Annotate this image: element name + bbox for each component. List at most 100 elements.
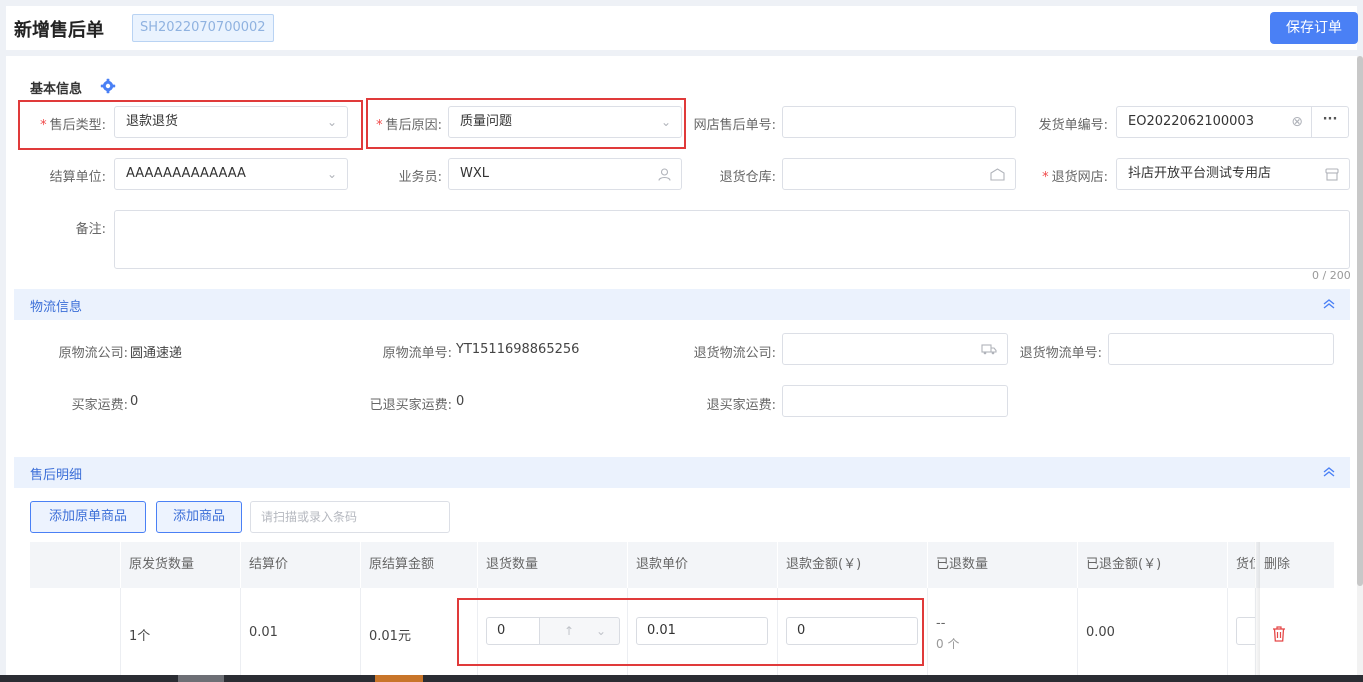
- save-order-button[interactable]: 保存订单: [1270, 12, 1358, 44]
- remark-counter: 0 / 200: [1312, 269, 1351, 282]
- detail-section-header[interactable]: 售后明细: [14, 457, 1350, 488]
- cell-returned-qty: -- 0 个: [927, 588, 1077, 682]
- order-number-badge: SH2022070700002: [132, 14, 274, 42]
- scroll-thumb[interactable]: [1357, 56, 1363, 586]
- refund-freight-label: 退买家运费:: [706, 398, 776, 413]
- vertical-scrollbar[interactable]: [1357, 56, 1363, 682]
- return-shop-input[interactable]: 抖店开放平台测试专用店: [1116, 158, 1350, 190]
- warehouse-icon[interactable]: [990, 168, 1005, 181]
- add-item-button[interactable]: 添加商品: [156, 501, 242, 533]
- page-header: 新增售后单 SH2022070700002 保存订单: [6, 6, 1358, 50]
- taskbar-item[interactable]: [178, 675, 224, 682]
- return-shop-label: * 退货网店:: [1042, 170, 1108, 185]
- col-orig-amount: 原结算金额: [360, 542, 477, 588]
- shop-after-no-input[interactable]: [782, 106, 1016, 138]
- col-settle-price: 结算价: [240, 542, 360, 588]
- orig-qty-value: 1个: [129, 629, 151, 644]
- salesman-value: WXL: [460, 166, 490, 181]
- user-icon[interactable]: [658, 168, 671, 181]
- col-return-qty: 退货数量: [477, 542, 627, 588]
- cell-refund-price: 0.01: [627, 588, 777, 682]
- cell-settle-price: 0.01: [240, 588, 360, 682]
- more-button[interactable]: ···: [1311, 106, 1349, 138]
- after-sale-type-value: 退款退货: [126, 114, 179, 129]
- return-shop-value: 抖店开放平台测试专用店: [1128, 166, 1272, 181]
- chevron-down-icon: ⌄: [326, 115, 337, 129]
- cell-orig-qty: 1个: [120, 588, 240, 682]
- buyer-freight-value: 0: [130, 394, 139, 409]
- remark-textarea[interactable]: [114, 210, 1350, 269]
- col-refund-amount: 退款金额(￥): [777, 542, 927, 588]
- shop-after-no-label: 网店售后单号:: [693, 118, 776, 133]
- main-content: 基本信息 * 售后类型: 退款退货 ⌄ * 售后原因: 质量问题 ⌄ 网店售后单号:…: [6, 56, 1357, 682]
- location-input[interactable]: [1236, 617, 1255, 645]
- col-orig-qty: 原发货数量: [120, 542, 240, 588]
- returned-qty-top: --: [936, 616, 946, 631]
- logistics-title: 物流信息: [30, 300, 83, 315]
- after-sale-reason-select[interactable]: 质量问题 ⌄: [448, 106, 682, 138]
- basic-info-title: 基本信息: [30, 82, 83, 97]
- clear-icon[interactable]: ⊗: [1291, 107, 1303, 137]
- settle-unit-select[interactable]: AAAAAAAAAAAAA ⌄: [114, 158, 348, 190]
- after-sale-reason-value: 质量问题: [460, 114, 513, 129]
- fixed-column-shadow: [1254, 542, 1260, 682]
- add-original-item-button[interactable]: 添加原单商品: [30, 501, 146, 533]
- gear-icon[interactable]: [100, 78, 116, 94]
- col-returned-qty: 已退数量: [927, 542, 1077, 588]
- orig-no-label: 原物流单号:: [382, 346, 452, 361]
- arrow-up-icon[interactable]: ↑: [564, 618, 574, 644]
- refund-amount-input[interactable]: 0: [786, 617, 918, 645]
- col-delete: 删除: [1255, 542, 1334, 588]
- return-company-input[interactable]: [782, 333, 1008, 365]
- collapse-icon[interactable]: [1322, 465, 1336, 479]
- orig-company-value: 圆通速递: [130, 346, 183, 361]
- after-sale-type-label: * 售后类型:: [40, 118, 106, 133]
- detail-title: 售后明细: [30, 468, 83, 483]
- table-header: 原发货数量 结算价 原结算金额 退货数量 退款单价 退款金额(￥) 已退数量 已…: [30, 542, 1334, 588]
- ship-no-label: 发货单编号:: [1038, 118, 1108, 133]
- chevron-down-icon: ⌄: [326, 167, 337, 181]
- collapse-icon[interactable]: [1322, 297, 1336, 311]
- return-no-label: 退货物流单号:: [1019, 346, 1102, 361]
- chevron-down-icon: ⌄: [660, 115, 671, 129]
- cell-returned-amount: 0.00: [1077, 588, 1227, 682]
- refunded-freight-value: 0: [456, 394, 465, 409]
- return-company-label: 退货物流公司:: [693, 346, 776, 361]
- qty-stepper[interactable]: ↑ ⌄: [540, 617, 620, 645]
- orig-company-label: 原物流公司:: [58, 346, 128, 361]
- barcode-input[interactable]: 请扫描或录入条码: [250, 501, 450, 533]
- taskbar-item[interactable]: [375, 675, 423, 682]
- truck-icon[interactable]: [981, 343, 997, 355]
- refund-freight-input[interactable]: [782, 385, 1008, 417]
- after-sale-reason-label: * 售后原因:: [376, 118, 442, 133]
- trash-icon[interactable]: [1272, 626, 1286, 642]
- col-returned-amount: 已退金额(￥): [1077, 542, 1227, 588]
- ship-no-input[interactable]: EO2022062100003 ⊗: [1116, 106, 1312, 138]
- remark-label: 备注:: [75, 222, 106, 237]
- return-warehouse-input[interactable]: [782, 158, 1016, 190]
- shop-icon[interactable]: [1325, 168, 1339, 181]
- settle-price-value: 0.01: [249, 625, 278, 640]
- chevron-down-icon[interactable]: ⌄: [596, 618, 606, 644]
- cell-delete: [1255, 588, 1334, 682]
- returned-qty-bottom: 0 个: [936, 637, 960, 651]
- salesman-input[interactable]: WXL: [448, 158, 682, 190]
- buyer-freight-label: 买家运费:: [71, 398, 128, 413]
- page-title: 新增售后单: [14, 20, 104, 41]
- col-location: 货位: [1227, 542, 1255, 588]
- return-qty-input[interactable]: 0: [486, 617, 540, 645]
- col-refund-price: 退款单价: [627, 542, 777, 588]
- orig-no-value: YT1511698865256: [456, 342, 580, 357]
- logistics-section-header[interactable]: 物流信息: [14, 289, 1350, 320]
- after-sale-type-select[interactable]: 退款退货 ⌄: [114, 106, 348, 138]
- settle-unit-label: 结算单位:: [49, 170, 106, 185]
- refund-price-input[interactable]: 0.01: [636, 617, 768, 645]
- orig-amount-value: 0.01元: [369, 629, 411, 644]
- table-row: 1个 0.01 0.01元 0 ↑ ⌄ 0.01 0 -- 0 个 0.00: [30, 588, 1334, 682]
- cell-location: [1227, 588, 1255, 682]
- return-no-input[interactable]: [1108, 333, 1334, 365]
- ship-no-value: EO2022062100003: [1128, 114, 1254, 129]
- return-warehouse-label: 退货仓库:: [719, 170, 776, 185]
- cell-orig-amount: 0.01元: [360, 588, 477, 682]
- cell-return-qty: 0 ↑ ⌄: [477, 588, 627, 682]
